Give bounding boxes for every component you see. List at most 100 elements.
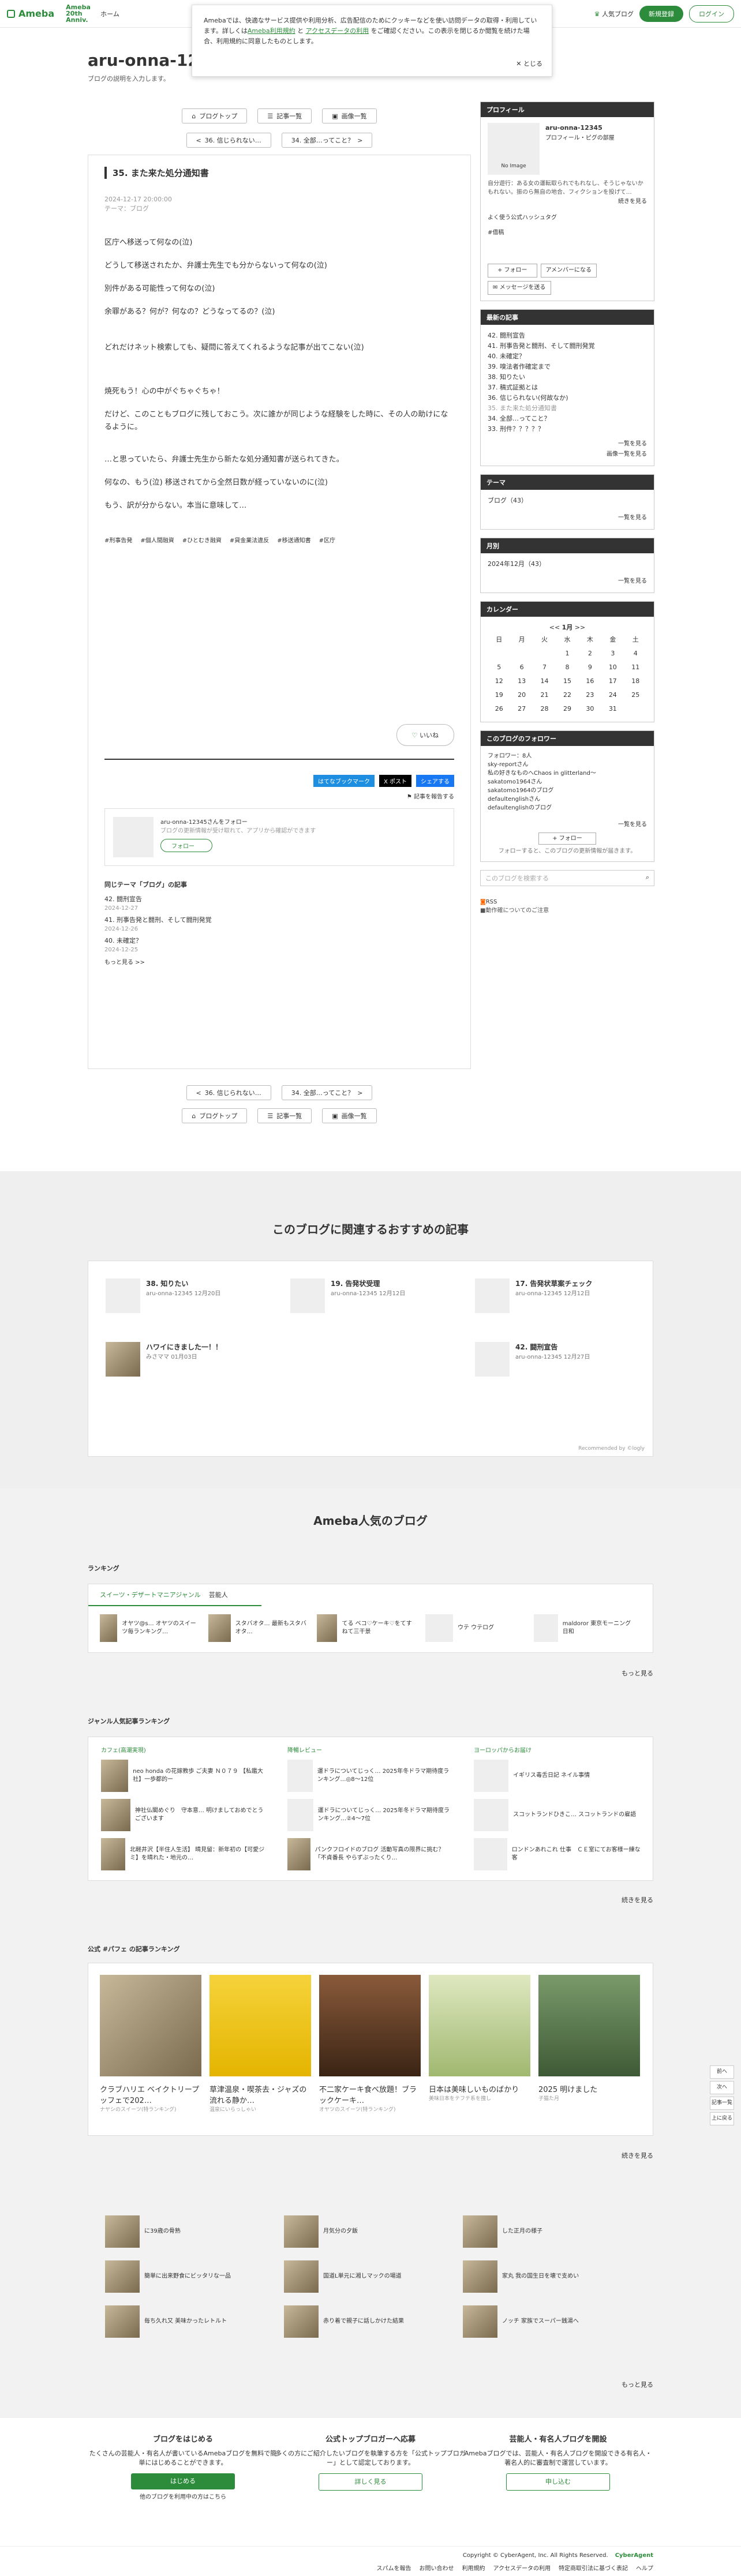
footer-link[interactable]: お問い合わせ (420, 2563, 454, 2572)
login-button[interactable]: ログイン (689, 5, 734, 23)
theme-link[interactable]: ブログ（43） (488, 496, 647, 506)
like-button[interactable]: ♡ いいね (396, 724, 454, 746)
related-entry-link[interactable]: 42. 闘刑宣告 (104, 895, 454, 904)
hashtag[interactable]: #刑事告発 (104, 535, 132, 544)
ranking-item[interactable]: てる ベコ♡ケーキ♡をてすねて三干景 (317, 1614, 415, 1642)
hashtag[interactable]: #借稿 (488, 228, 647, 238)
genre-item[interactable]: 運ドラについてじっく… 2025年冬ドラマ期待度ランキング…②4〜7位 (287, 1799, 455, 1831)
ranking-tab-celeb[interactable]: 芸能人 (209, 1590, 228, 1599)
top-blogger-link[interactable]: ♛ 人気ブログ (594, 9, 634, 18)
float-list-button[interactable]: 記事一覧 (710, 2097, 734, 2110)
calendar-prev-button[interactable]: << (549, 624, 560, 631)
grid-item[interactable]: 簡単に出来野食にビッタリな一品 (105, 2260, 267, 2293)
blog-top-button-bottom[interactable]: ⌂ ブログトップ (182, 1108, 248, 1123)
blog-top-button[interactable]: ⌂ ブログトップ (182, 108, 248, 123)
profile-link[interactable]: プロフィール・ピグの部屋 (545, 133, 615, 144)
related-entry-link[interactable]: 40. 未確定？ (104, 936, 454, 946)
next-entry-link[interactable]: 34. 全部…ってこと？ > (281, 133, 373, 148)
other-blog-link[interactable]: 他のブログを利用中の方はこちら (88, 2493, 278, 2502)
recent-entry-link[interactable]: 36. 信じられない(何故なか) (488, 393, 647, 403)
hashtag[interactable]: #移送通知書 (277, 535, 310, 544)
recent-entry-link[interactable]: 39. 嗅法者作確定まで (488, 362, 647, 372)
follower-link[interactable]: defaultenglishさん (488, 795, 647, 804)
float-next-button[interactable]: 次へ (710, 2081, 734, 2094)
official-more-link[interactable]: 続きを見る (622, 2151, 653, 2160)
grid-item[interactable]: 国道L単元に湘しマックの場道 (284, 2260, 446, 2293)
entry-list-button-bottom[interactable]: ☰ 記事一覧 (257, 1108, 312, 1123)
genre-item[interactable]: イギリス毒舌日記 ネイル事情 (474, 1760, 641, 1792)
message-button[interactable]: ✉ メッセージを送る (488, 281, 551, 295)
genre-item[interactable]: 運ドラについてじっく… 2025年冬ドラマ期待度ランキング…◎8〜12位 (287, 1760, 455, 1792)
avatar[interactable]: No Image (488, 123, 540, 175)
theme-more-link[interactable]: 一覧を見る (488, 513, 647, 523)
follower-link[interactable]: 私の好きなものへChaos in glitterland〜 (488, 769, 647, 778)
recommended-item[interactable]: ハワイにきました一！！ みさママ 01月03日 (106, 1342, 222, 1377)
next-entry-link-bottom[interactable]: 34. 全部…ってこと？ > (281, 1085, 373, 1100)
follower-link[interactable]: sakatomo1964さん (488, 778, 647, 786)
blog-search-input[interactable]: このブログを検索する ⌕ (480, 870, 654, 886)
hashtag[interactable]: #貸金業法違反 (230, 535, 269, 544)
top-blogger-details-button[interactable]: 詳しく見る (319, 2473, 422, 2491)
prev-entry-link[interactable]: < 36. 信じられない… (186, 133, 271, 148)
ranking-tab-sweets[interactable]: スイーツ・デザートマニアジャンル (100, 1590, 201, 1599)
footer-link[interactable]: スパムを報告 (377, 2563, 411, 2572)
genre-item[interactable]: 北軽井沢【半住人生活】 晴見留：新年初の【可愛ジミ】を晴れた・地元の… (101, 1838, 268, 1870)
toast-close-button[interactable]: ✕ とじる (516, 59, 542, 69)
recent-entry-link[interactable]: 40. 未確定？ (488, 351, 647, 362)
grid-item[interactable]: ノッチ 家族でスーパー銭湯へ (463, 2305, 624, 2338)
profile-name[interactable]: aru-onna-12345 (545, 123, 615, 133)
recent-entry-link[interactable]: 37. 稿式証拠とは (488, 383, 647, 393)
genre-more-link[interactable]: 続きを見る (622, 1895, 653, 1904)
hashtag[interactable]: #個人間融資 (140, 535, 174, 544)
prev-entry-link-bottom[interactable]: < 36. 信じられない… (186, 1085, 271, 1100)
hashtag[interactable]: #ひとむき融資 (182, 535, 222, 544)
amember-button[interactable]: アメンバーになる (540, 264, 597, 278)
footer-link[interactable]: 利用規約 (462, 2563, 485, 2572)
official-item[interactable]: 不二家ケーキ食べ放題！ブラックケーキ… オヤツのスイーツ(特ランキング) (319, 1975, 421, 2113)
ameba-logo[interactable]: Ameba (7, 8, 54, 19)
follow-button[interactable]: + フォロー (538, 833, 596, 845)
entry-theme[interactable]: テーマ：ブログ (104, 204, 454, 213)
genre-item[interactable]: neo honda の花嫁教歩 ご夫妻 Ｎ０７９ 【私鑑大 社】一歩都的ー (101, 1760, 268, 1792)
monthly-more-link[interactable]: 一覧を見る (488, 576, 647, 587)
celebrity-apply-button[interactable]: 申し込む (506, 2473, 610, 2491)
grid-item[interactable]: した正月の様子 (463, 2215, 624, 2248)
terms-link[interactable]: Ameba利用規約 (248, 27, 295, 35)
facebook-share-button[interactable]: シェアする (416, 775, 454, 787)
float-prev-button[interactable]: 前へ (710, 2065, 734, 2079)
footer-link[interactable]: アクセスデータの利用 (493, 2563, 551, 2572)
genre-item[interactable]: 神社仏閣めぐり 守本意… 明けましておめでとうございます (101, 1799, 268, 1831)
followers-more-link[interactable]: 一覧を見る (488, 820, 647, 829)
footer-link[interactable]: ヘルプ (636, 2563, 653, 2572)
x-post-button[interactable]: X ポスト (379, 775, 411, 787)
ranking-more-link[interactable]: もっと見る (622, 1668, 653, 1678)
grid-item[interactable]: 毎ち久れ又 美味かったレトルト (105, 2305, 267, 2338)
recent-entry-link[interactable]: 34. 全部…ってこと？ (488, 414, 647, 424)
entry-title[interactable]: 35. また来た処分通知書 (104, 167, 454, 179)
month-link[interactable]: 2024年12月（43） (488, 559, 647, 569)
recommended-item[interactable]: 19. 告発状受理 aru-onna-12345 12月12日 (290, 1278, 405, 1313)
follow-button[interactable]: フォロー (160, 839, 212, 852)
genre-item[interactable]: スコットランドひきこ… スコットランドの雇語 (474, 1799, 641, 1831)
grid-more-link[interactable]: もっと見る (622, 2380, 653, 2389)
recommended-item[interactable]: 38. 知りたい aru-onna-12345 12月20日 (106, 1278, 220, 1313)
report-entry-link[interactable]: ⚑ 記事を報告する (104, 792, 454, 800)
access-data-link[interactable]: アクセスデータの利用 (306, 27, 369, 35)
calendar-next-button[interactable]: >> (575, 624, 585, 631)
recent-more-link[interactable]: 一覧を見る (488, 439, 647, 449)
cyberagent-logo[interactable]: CyberAgent (615, 2552, 653, 2559)
related-entry-link[interactable]: 41. 刑事告発と闘刑、そして闘刑発覚 (104, 916, 454, 925)
grid-item[interactable]: 月気分の夕飯 (284, 2215, 446, 2248)
rss-link[interactable]: ◙RSS (480, 899, 654, 905)
hashtag[interactable]: #区庁 (319, 535, 335, 544)
image-list-button[interactable]: ▣ 画像一覧 (322, 108, 377, 123)
recommended-item[interactable]: 17. 告発状草案チェック aru-onna-12345 12月12日 (475, 1278, 592, 1313)
official-item[interactable]: 2025 明けました 子猫た月 (538, 1975, 640, 2113)
follower-link[interactable]: sky-reportさん (488, 760, 647, 769)
signup-button[interactable]: 新規登録 (639, 5, 683, 22)
genre-item[interactable]: パンクフロイドのブログ 活動写真の限界に挑む？「不貞番長 やらずぶったくり… (287, 1838, 455, 1870)
grid-item[interactable]: 家丸 我の国生日を壊で支めい (463, 2260, 624, 2293)
grid-item[interactable]: 赤り着で親子に話しかけた結果 (284, 2305, 446, 2338)
image-list-link[interactable]: 画像一覧を見る (488, 449, 647, 460)
recent-entry-link[interactable]: 38. 知りたい (488, 372, 647, 383)
